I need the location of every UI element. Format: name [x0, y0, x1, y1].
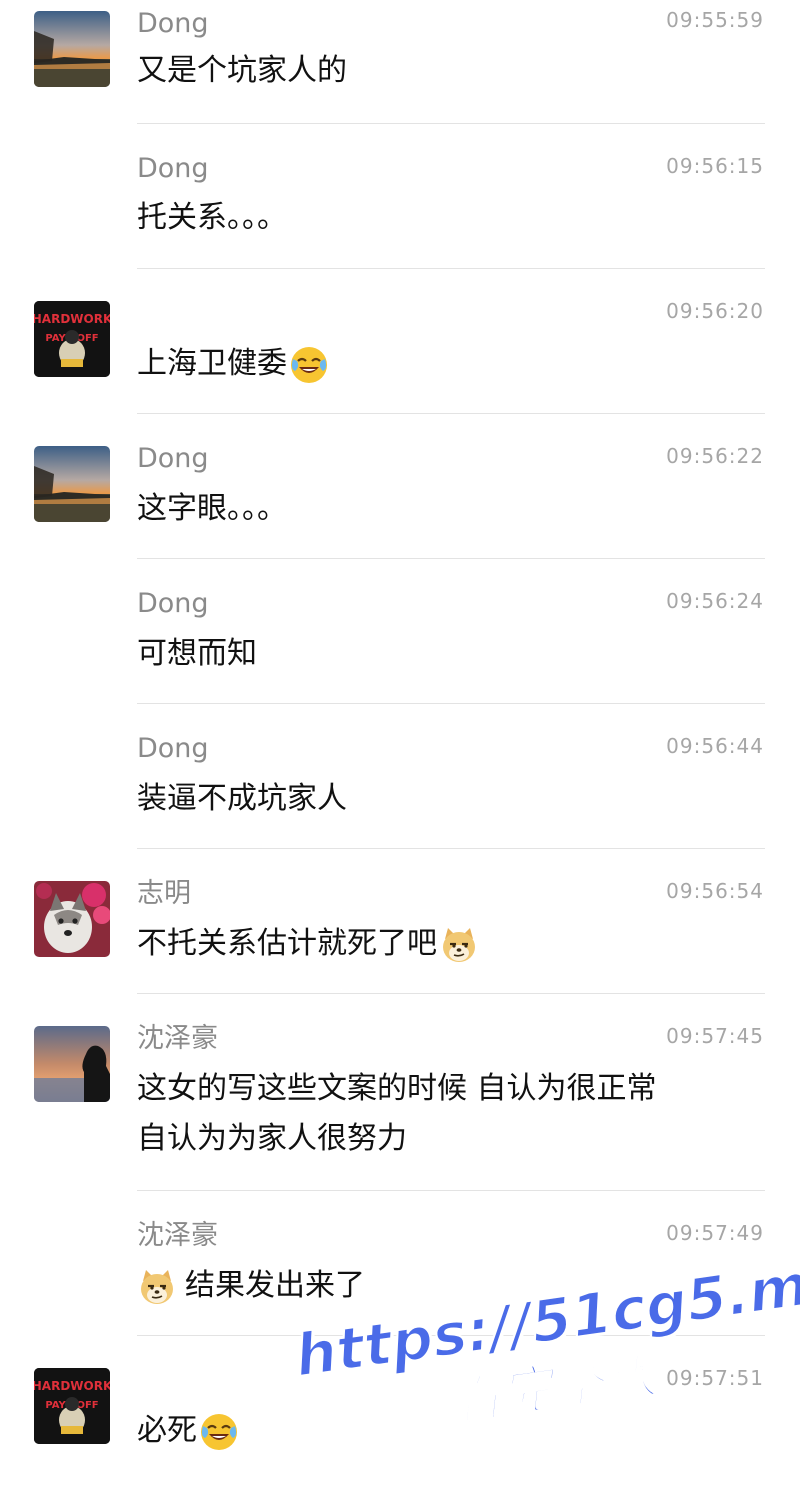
message-text[interactable]: 又是个坑家人的: [137, 44, 347, 98]
chat-message: 沈泽豪 09:57:45 这女的写这些文案的时候 自认为很正常 自认为为家人很努…: [0, 995, 800, 1192]
sender-avatar[interactable]: HARDWORK PAYS OFF: [34, 1368, 110, 1444]
message-divider: [137, 413, 765, 414]
message-text-content: 不托关系估计就死了吧: [137, 926, 437, 961]
message-timestamp: 09:57:45: [666, 1024, 764, 1048]
message-text-content: 必死: [137, 1413, 197, 1448]
message-timestamp: 09:56:24: [666, 589, 764, 613]
message-text[interactable]: 自认为为家人很努力: [137, 1112, 407, 1166]
chat-message: HARDWORK PAYS OFF 09:57:51 必死: [0, 1337, 800, 1468]
hardwork-logo-text: HARDWORK: [34, 1379, 110, 1393]
message-text[interactable]: 装逼不成坑家人: [137, 772, 347, 826]
message-timestamp: 09:56:44: [666, 734, 764, 758]
tears-of-joy-emoji: [199, 1412, 239, 1452]
message-timestamp: 09:57:51: [666, 1366, 764, 1390]
sender-name[interactable]: 沈泽豪: [137, 1219, 218, 1253]
sender-avatar[interactable]: [34, 11, 110, 87]
message-text[interactable]: 托关系。。。: [137, 191, 287, 245]
sender-name[interactable]: Dong: [137, 442, 209, 476]
message-timestamp: 09:56:20: [666, 299, 764, 323]
sender-name[interactable]: Dong: [137, 732, 209, 766]
message-timestamp: 09:56:22: [666, 444, 764, 468]
chat-message: HARDWORK PAYS OFF 09:56:20 上海卫健委: [0, 270, 800, 415]
message-text-content: 结果发出来了: [185, 1268, 365, 1303]
sender-name[interactable]: Dong: [137, 7, 209, 41]
message-divider: [137, 123, 765, 124]
message-divider: [137, 268, 765, 269]
message-text[interactable]: 这女的写这些文案的时候 自认为很正常: [137, 1062, 657, 1116]
smirking-doge-emoji: [439, 925, 479, 965]
smirking-doge-emoji: [137, 1267, 177, 1307]
sender-avatar[interactable]: [34, 446, 110, 522]
message-divider: [137, 703, 765, 704]
chat-message: Dong 09:56:44 装逼不成坑家人: [0, 705, 800, 850]
tears-of-joy-emoji: [289, 345, 329, 385]
sunset-landscape-avatar: [34, 11, 110, 87]
chat-message: Dong 09:56:24 可想而知: [0, 560, 800, 705]
sender-name[interactable]: 志明: [137, 877, 191, 911]
sender-name[interactable]: 沈泽豪: [137, 1022, 218, 1056]
sender-avatar[interactable]: [34, 881, 110, 957]
message-timestamp: 09:56:15: [666, 154, 764, 178]
sender-avatar[interactable]: HARDWORK PAYS OFF: [34, 301, 110, 377]
sender-name[interactable]: Dong: [137, 587, 209, 621]
message-text-content: 上海卫健委: [137, 346, 287, 381]
chat-message: Dong 09:56:22 这字眼。。。: [0, 415, 800, 560]
chat-message: 志明 09:56:54 不托关系估计就死了吧: [0, 850, 800, 995]
chat-message: Dong 09:56:15 托关系。。。: [0, 125, 800, 270]
message-text[interactable]: 结果发出来了: [137, 1259, 365, 1313]
sender-avatar[interactable]: [34, 1026, 110, 1102]
message-timestamp: 09:57:49: [666, 1221, 764, 1245]
message-divider: [137, 993, 765, 994]
chat-message: Dong 09:55:59 又是个坑家人的: [0, 0, 800, 125]
husky-dog-avatar: [34, 881, 110, 957]
message-timestamp: 09:55:59: [666, 8, 764, 32]
message-text[interactable]: 上海卫健委: [137, 337, 331, 391]
message-divider: [137, 1190, 765, 1191]
message-text[interactable]: 这字眼。。。: [137, 482, 287, 536]
hardwork-avatar: HARDWORK PAYS OFF: [34, 1368, 110, 1444]
hardwork-avatar: HARDWORK PAYS OFF: [34, 301, 110, 377]
message-text[interactable]: 必死: [137, 1404, 241, 1458]
message-timestamp: 09:56:54: [666, 879, 764, 903]
sunset-landscape-avatar: [34, 446, 110, 522]
message-divider: [137, 1335, 765, 1336]
message-text[interactable]: 可想而知: [137, 627, 257, 681]
sender-name[interactable]: Dong: [137, 152, 209, 186]
message-divider: [137, 848, 765, 849]
message-divider: [137, 558, 765, 559]
person-silhouette-avatar: [34, 1026, 110, 1102]
chat-message-list: Dong 09:55:59 又是个坑家人的 Dong 09:56:15 托关系。…: [0, 0, 800, 1468]
chat-message: 沈泽豪 09:57:49 结果发出来了: [0, 1192, 800, 1337]
hardwork-logo-text: HARDWORK: [34, 312, 110, 326]
message-text[interactable]: 不托关系估计就死了吧: [137, 917, 481, 971]
